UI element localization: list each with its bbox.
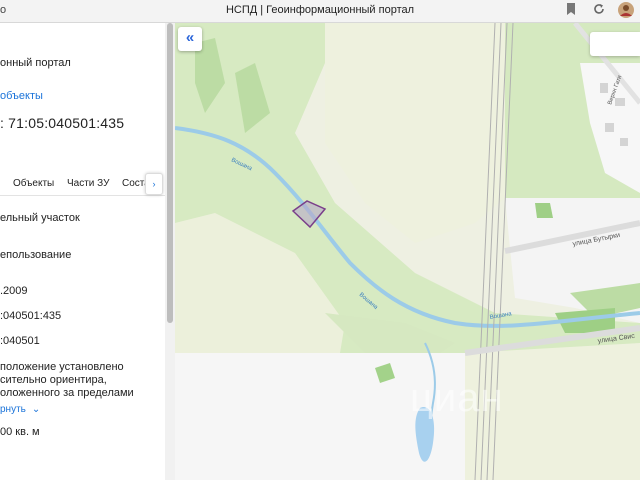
cadastral-number-heading: : 71:05:040501:435 (0, 115, 125, 131)
bookmark-icon[interactable] (564, 3, 578, 17)
panel-tabs: Объекты Части ЗУ Соста › (0, 173, 165, 196)
panel-scrollbar[interactable] (165, 23, 175, 480)
profile-avatar[interactable] (618, 2, 634, 18)
location-line: сительно ориентира, (0, 374, 107, 386)
panel-portal-title: онный портал (0, 57, 71, 69)
field-area: 00 кв. м (0, 426, 40, 438)
tab-objects[interactable]: Объекты (13, 178, 54, 189)
object-info-panel: онный портал объекты : 71:05:040501:435 … (0, 23, 166, 480)
field-location: положение установлено сительно ориентира… (0, 361, 162, 400)
map-search-box[interactable] (590, 32, 640, 56)
tabs-scroll-right-button[interactable]: › (145, 173, 163, 195)
field-cadastral-number: :040501:435 (0, 310, 62, 322)
browser-title: НСПД | Геоинформационный портал (225, 4, 415, 16)
panel-scrollbar-thumb[interactable] (167, 23, 173, 323)
field-land-use: епользование (0, 249, 72, 261)
objects-link[interactable]: объекты (0, 90, 43, 102)
field-registration-date: .2009 (0, 285, 28, 297)
reload-icon[interactable] (592, 3, 606, 17)
browser-title-bar: o НСПД | Геоинформационный портал (0, 0, 640, 23)
watermark: циан (410, 376, 504, 420)
field-object-type: ельный участок (0, 212, 80, 224)
collapse-label: рнуть (0, 404, 26, 415)
location-line: положение установлено (0, 361, 124, 373)
tab-land-parts[interactable]: Части ЗУ (67, 178, 109, 189)
collapse-panel-button[interactable]: « (178, 27, 202, 51)
map-canvas[interactable]: улица Бутырки улица Свис Верхн Гати Воша… (175, 23, 640, 480)
field-cadastral-quarter: :040501 (0, 335, 40, 347)
chevron-down-icon: ⌄ (31, 404, 41, 415)
collapse-link[interactable]: рнуть ⌄ (0, 404, 40, 415)
location-line: оложенного за пределами (0, 387, 134, 399)
